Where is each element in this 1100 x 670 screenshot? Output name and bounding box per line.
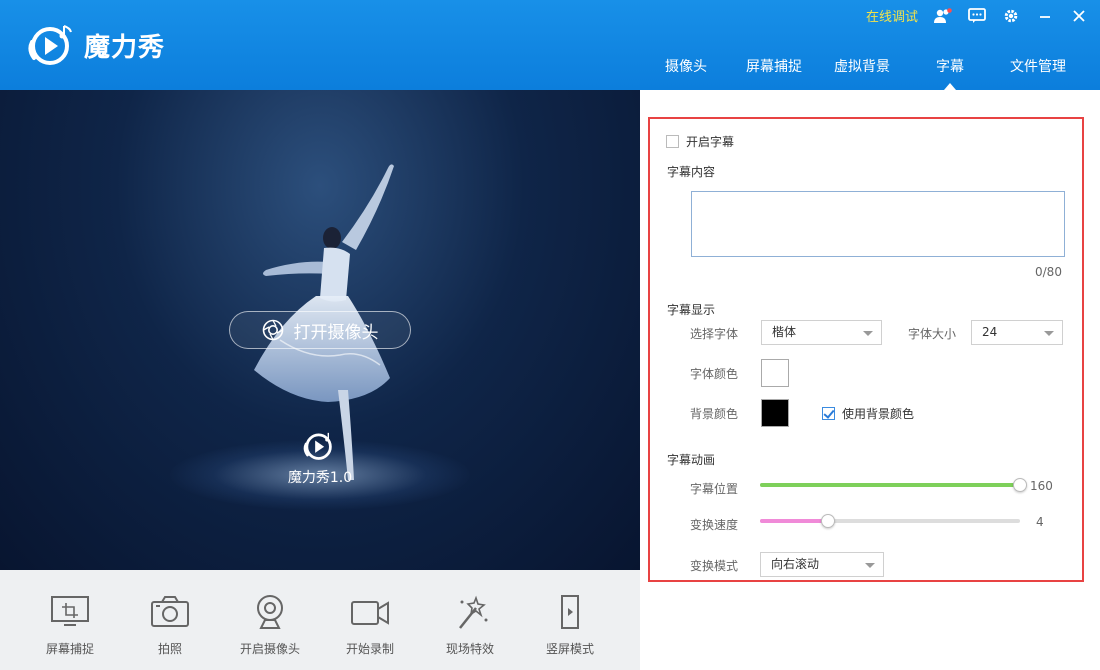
camera-icon <box>151 596 189 627</box>
users-icon[interactable] <box>934 7 952 25</box>
char-count: 0/80 <box>1035 265 1062 279</box>
main-nav: 摄像头 屏幕捕捉 虚拟背景 字幕 文件管理 <box>642 52 1082 90</box>
screen-capture-button[interactable]: 屏幕捕捉 <box>20 570 120 670</box>
portrait-mode-button[interactable]: 竖屏模式 <box>520 570 620 670</box>
magic-wand-icon <box>459 595 488 629</box>
tab-file-manager[interactable]: 文件管理 <box>994 52 1082 90</box>
font-color-swatch[interactable] <box>761 359 789 387</box>
online-debug-link[interactable]: 在线调试 <box>866 6 918 25</box>
speed-slider-handle[interactable] <box>820 514 835 528</box>
font-size-label: 字体大小 <box>908 327 957 341</box>
chevron-down-icon <box>863 331 873 336</box>
position-slider[interactable] <box>760 483 1020 487</box>
tool-label: 开启摄像头 <box>239 642 300 656</box>
speed-slider[interactable] <box>760 519 1020 523</box>
start-recording-button[interactable]: 开始录制 <box>320 570 420 670</box>
font-size-select[interactable]: 24 <box>971 320 1063 345</box>
open-webcam-button[interactable]: 开启摄像头 <box>220 570 320 670</box>
mode-select-value: 向右滚动 <box>771 557 820 571</box>
font-select-label: 选择字体 <box>690 327 739 341</box>
mode-label: 变换模式 <box>690 559 739 573</box>
enable-subtitle-row: 开启字幕 <box>666 133 734 150</box>
enable-subtitle-label: 开启字幕 <box>686 135 735 149</box>
message-icon[interactable] <box>968 7 986 25</box>
subtitle-content-title: 字幕内容 <box>667 165 716 179</box>
tool-label: 竖屏模式 <box>545 642 594 656</box>
position-value: 160 <box>1030 479 1053 493</box>
position-slider-fill <box>760 483 1020 487</box>
video-preview: 打开摄像头 魔力秀1.0 <box>0 90 640 570</box>
tool-label: 拍照 <box>157 642 182 656</box>
mode-select[interactable]: 向右滚动 <box>760 552 884 577</box>
chevron-down-icon <box>1044 331 1054 336</box>
brand-logo-icon <box>303 432 332 460</box>
font-select[interactable]: 楷体 <box>761 320 882 345</box>
live-effects-button[interactable]: 现场特效 <box>420 570 520 670</box>
enable-subtitle-checkbox[interactable] <box>666 135 679 148</box>
font-size-value: 24 <box>982 325 998 339</box>
speed-value: 4 <box>1036 515 1044 529</box>
subtitle-display-title: 字幕显示 <box>667 303 716 317</box>
open-camera-label: 打开摄像头 <box>293 322 379 343</box>
bg-color-swatch[interactable] <box>761 399 789 427</box>
use-bg-color-label: 使用背景颜色 <box>842 407 915 421</box>
speed-slider-fill <box>760 519 828 523</box>
subtitle-animation-title: 字幕动画 <box>667 453 716 467</box>
tool-label: 开始录制 <box>345 642 394 656</box>
subtitle-content-input[interactable] <box>691 191 1065 257</box>
tab-subtitle[interactable]: 字幕 <box>906 52 994 90</box>
preview-brand: 魔力秀1.0 <box>270 430 370 487</box>
app-name: 魔力秀 <box>84 32 166 63</box>
top-bar: 在线调试 <box>866 6 1088 25</box>
webcam-icon <box>257 595 283 629</box>
app-logo-icon <box>26 22 78 68</box>
font-select-value: 楷体 <box>772 325 797 339</box>
portrait-mode-icon <box>561 595 579 629</box>
bg-color-label: 背景颜色 <box>690 407 739 421</box>
tab-virtual-background[interactable]: 虚拟背景 <box>818 52 906 90</box>
minimize-icon[interactable] <box>1036 7 1054 25</box>
chevron-down-icon <box>865 563 875 568</box>
gear-icon[interactable] <box>1002 7 1020 25</box>
font-color-label: 字体颜色 <box>690 367 739 381</box>
bottom-toolbar: 屏幕捕捉 拍照 开启摄像头 开始录制 现场特效 竖屏模式 <box>0 570 640 670</box>
video-record-icon <box>351 601 389 625</box>
position-label: 字幕位置 <box>690 482 739 496</box>
tool-label: 屏幕捕捉 <box>45 642 94 656</box>
app-header: 魔力秀 在线调试 摄像头 屏幕捕捉 虚拟背景 字幕 文件管理 <box>0 0 1100 90</box>
close-icon[interactable] <box>1070 7 1088 25</box>
speed-label: 变换速度 <box>690 518 739 532</box>
camera-lens-icon <box>262 319 283 341</box>
use-bg-color-checkbox[interactable] <box>822 407 835 420</box>
brand-version: 魔力秀1.0 <box>287 470 353 486</box>
tab-camera[interactable]: 摄像头 <box>642 52 730 90</box>
app-logo: 魔力秀 <box>26 22 165 68</box>
take-photo-button[interactable]: 拍照 <box>120 570 220 670</box>
tab-screen-capture[interactable]: 屏幕捕捉 <box>730 52 818 90</box>
tool-label: 现场特效 <box>445 642 494 656</box>
subtitle-settings-panel: 开启字幕 字幕内容 0/80 字幕显示 选择字体 楷体 字体大小 24 字体颜色… <box>648 117 1084 582</box>
use-bg-color-row: 使用背景颜色 <box>822 405 914 422</box>
open-camera-button[interactable]: 打开摄像头 <box>229 311 411 349</box>
screen-capture-icon <box>51 596 89 626</box>
position-slider-handle[interactable] <box>1013 478 1027 492</box>
